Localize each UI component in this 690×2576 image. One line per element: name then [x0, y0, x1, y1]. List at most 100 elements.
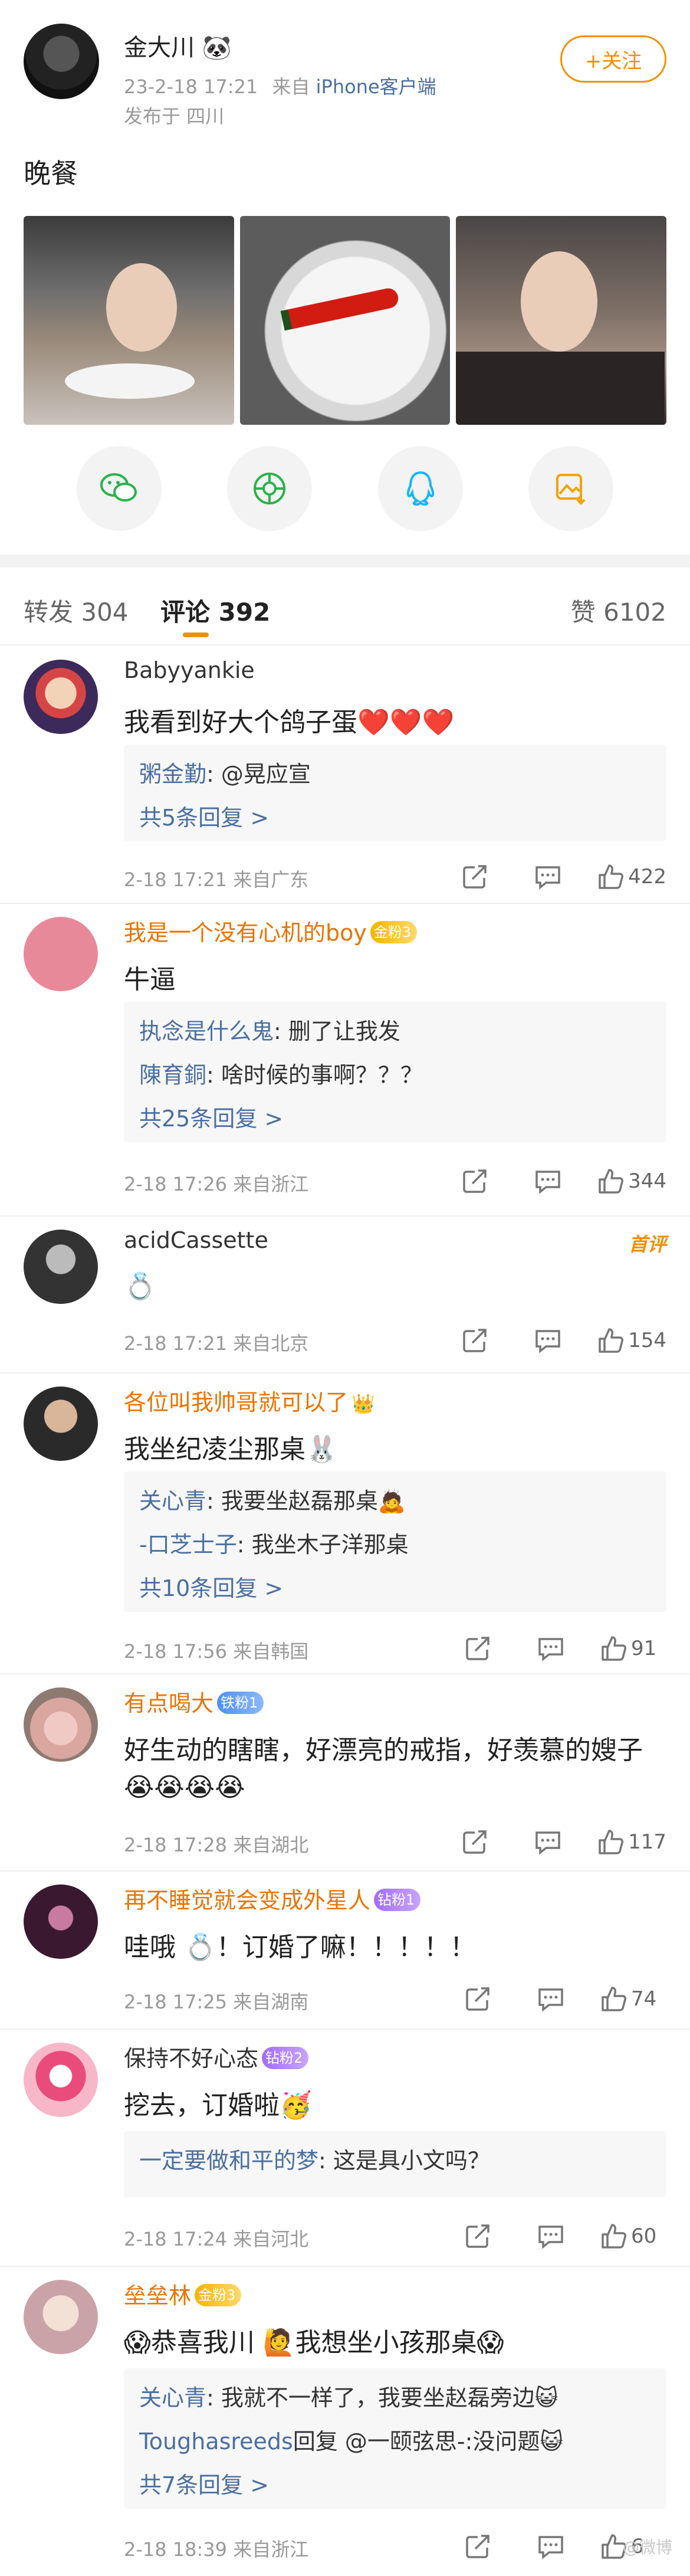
like-button[interactable]: 154: [597, 1323, 666, 1358]
section-divider: [0, 555, 690, 568]
comment-author[interactable]: 各位叫我帅哥就可以了 👑: [124, 1384, 375, 1417]
like-button[interactable]: 422: [597, 859, 666, 894]
reply-box[interactable]: 关心青: 我就不一样了，我要坐赵磊旁边😺 Toughasreeds回复 @一颐弦…: [124, 2368, 666, 2509]
reply-author[interactable]: 一定要做和平的梦: [139, 2148, 318, 2174]
comment-actions: 422: [425, 859, 666, 894]
reply-button[interactable]: [524, 1323, 571, 1358]
post-photo[interactable]: [239, 216, 451, 425]
comment-text-emoji: 😭😭😭😭: [124, 1772, 245, 1802]
reply-line: -口芝士子: 我坐木子洋那桌: [139, 1528, 651, 1572]
qq-share-button[interactable]: [377, 446, 463, 531]
like-button[interactable]: 117: [597, 1824, 666, 1860]
reply-author[interactable]: -口芝士子: [139, 1532, 237, 1558]
like-button[interactable]: 91: [600, 1631, 666, 1666]
reply-box[interactable]: 一定要做和平的梦: 这是具小文吗？: [124, 2131, 666, 2197]
reply-author[interactable]: 粥金勤: [139, 761, 206, 787]
forward-button[interactable]: [451, 1164, 498, 1199]
post-photo[interactable]: [24, 216, 234, 425]
forward-icon: [466, 1637, 489, 1660]
avatar[interactable]: [24, 660, 98, 734]
comment-author[interactable]: 我是一个没有心机的boy 金粉3: [124, 915, 418, 947]
comment-meta: 2-18 17:28 来自湖北: [124, 1834, 309, 1856]
comment-author[interactable]: acidCassette: [124, 1227, 268, 1253]
avatar[interactable]: [24, 1387, 98, 1461]
forward-button[interactable]: [454, 1631, 501, 1666]
tab-repost[interactable]: 转发 304: [24, 592, 129, 628]
reply-author[interactable]: 关心青: [139, 1488, 206, 1514]
comment-text: 挖去，订婚啦🥳: [124, 2090, 312, 2121]
comment-text: 好生动的瞎瞎，好漂亮的戒指，好羡慕的嫂子: [124, 1735, 643, 1765]
tab-likes[interactable]: 赞 6102: [571, 592, 666, 628]
reply-button[interactable]: [527, 2529, 574, 2564]
like-count: 91: [631, 1637, 657, 1660]
reply-author[interactable]: 执念是什么鬼: [139, 1018, 274, 1044]
comment-meta: 2-18 17:21 来自北京: [124, 1332, 309, 1355]
more-replies-link[interactable]: 共25条回复 >: [139, 1102, 651, 1146]
save-image-button[interactable]: [528, 446, 613, 531]
forward-button[interactable]: [451, 1323, 498, 1358]
comment-meta: 2-18 17:26 来自浙江: [124, 1173, 309, 1195]
reply-author[interactable]: Toughasreeds: [139, 2428, 293, 2454]
forward-button[interactable]: [451, 1824, 498, 1860]
reply-text: : 这是具小文吗？: [318, 2148, 490, 2174]
comment-icon: [535, 1831, 560, 1855]
post-source[interactable]: iPhone客户端: [316, 76, 436, 98]
avatar[interactable]: [24, 1885, 98, 1959]
comment-meta: 2-18 17:25 来自湖南: [124, 1991, 309, 2013]
comment-item: Babyyankie 我看到好大个鸽子蛋❤️❤️❤️ 粥金勤: @晃应宣 共5条…: [0, 647, 690, 904]
post-header: 金大川 🐼 23-2-18 17:21 来自 iPhone客户端 发布于 四川 …: [24, 24, 666, 136]
forward-button[interactable]: [454, 2218, 501, 2254]
comment-author[interactable]: 有点喝大 铁粉1: [124, 1685, 264, 1718]
reply-text: : 啥时候的事啊？？？: [206, 1062, 423, 1088]
reply-button[interactable]: [527, 1631, 574, 1666]
comment-author[interactable]: 垒垒林 金粉3: [124, 2277, 242, 2310]
reply-button[interactable]: [524, 859, 571, 894]
like-button[interactable]: 344: [597, 1164, 666, 1199]
reply-box[interactable]: 执念是什么鬼: 删了让我发 陳育銅: 啥时候的事啊？？？ 共25条回复 >: [124, 1002, 666, 1142]
reply-text: : @晃应宣: [206, 761, 311, 787]
forward-button[interactable]: [454, 2529, 501, 2564]
follow-button[interactable]: +关注: [560, 35, 666, 83]
reply-line: 一定要做和平的梦: 这是具小文吗？: [139, 2144, 651, 2188]
more-replies-link[interactable]: 共5条回复 >: [139, 801, 651, 845]
reply-author[interactable]: 关心青: [139, 2385, 206, 2411]
comment-author[interactable]: Babyyankie: [124, 657, 255, 683]
wechat-share-button[interactable]: [77, 446, 162, 531]
more-replies-link[interactable]: 共10条回复 >: [139, 1572, 651, 1615]
tab-comments[interactable]: 评论 392: [160, 592, 270, 628]
more-replies-link[interactable]: 共7条回复 >: [139, 2469, 651, 2512]
comment-icon: [535, 1330, 560, 1353]
avatar[interactable]: [24, 2043, 98, 2117]
like-button[interactable]: 60: [600, 2218, 666, 2254]
share-bar: [24, 446, 666, 535]
reply-author[interactable]: 陳育銅: [139, 1062, 206, 1088]
avatar[interactable]: [24, 1687, 98, 1762]
comment-meta: 2-18 17:24 来自河北: [124, 2228, 309, 2250]
comment-author[interactable]: 保持不好心态 钻粉2: [124, 2040, 309, 2073]
moments-share-button[interactable]: [227, 446, 313, 531]
avatar[interactable]: [24, 2280, 98, 2354]
reply-button[interactable]: [524, 1824, 571, 1860]
comment-item: 保持不好心态 钻粉2 挖去，订婚啦🥳 一定要做和平的梦: 这是具小文吗？ 2-18…: [0, 2030, 690, 2267]
reply-button[interactable]: [527, 2218, 574, 2254]
post-photo[interactable]: [456, 216, 667, 425]
reply-button[interactable]: [527, 1981, 574, 2017]
author-avatar[interactable]: [24, 24, 99, 99]
like-icon: [602, 1987, 626, 2011]
source-prefix: 来自: [272, 76, 310, 98]
like-button[interactable]: 74: [600, 1981, 666, 2017]
reply-text: 回复 @一颐弦思-:没问题😺: [293, 2428, 564, 2454]
comment-author[interactable]: 再不睡觉就会变成外星人 钻粉1: [124, 1882, 421, 1915]
qq-icon: [406, 471, 434, 506]
reply-button[interactable]: [524, 1164, 571, 1199]
forward-button[interactable]: [454, 1981, 501, 2017]
author-name[interactable]: 金大川 🐼: [124, 28, 232, 63]
reply-box[interactable]: 关心青: 我要坐赵磊那桌🙇 -口芝士子: 我坐木子洋那桌 共10条回复 >: [124, 1471, 666, 1612]
avatar[interactable]: [24, 917, 98, 991]
comment-icon: [535, 866, 560, 890]
avatar[interactable]: [24, 1230, 98, 1304]
like-icon: [599, 864, 624, 889]
reply-box[interactable]: 粥金勤: @晃应宣 共5条回复 >: [124, 745, 666, 841]
active-tab-indicator: [183, 632, 209, 637]
forward-button[interactable]: [451, 859, 498, 894]
